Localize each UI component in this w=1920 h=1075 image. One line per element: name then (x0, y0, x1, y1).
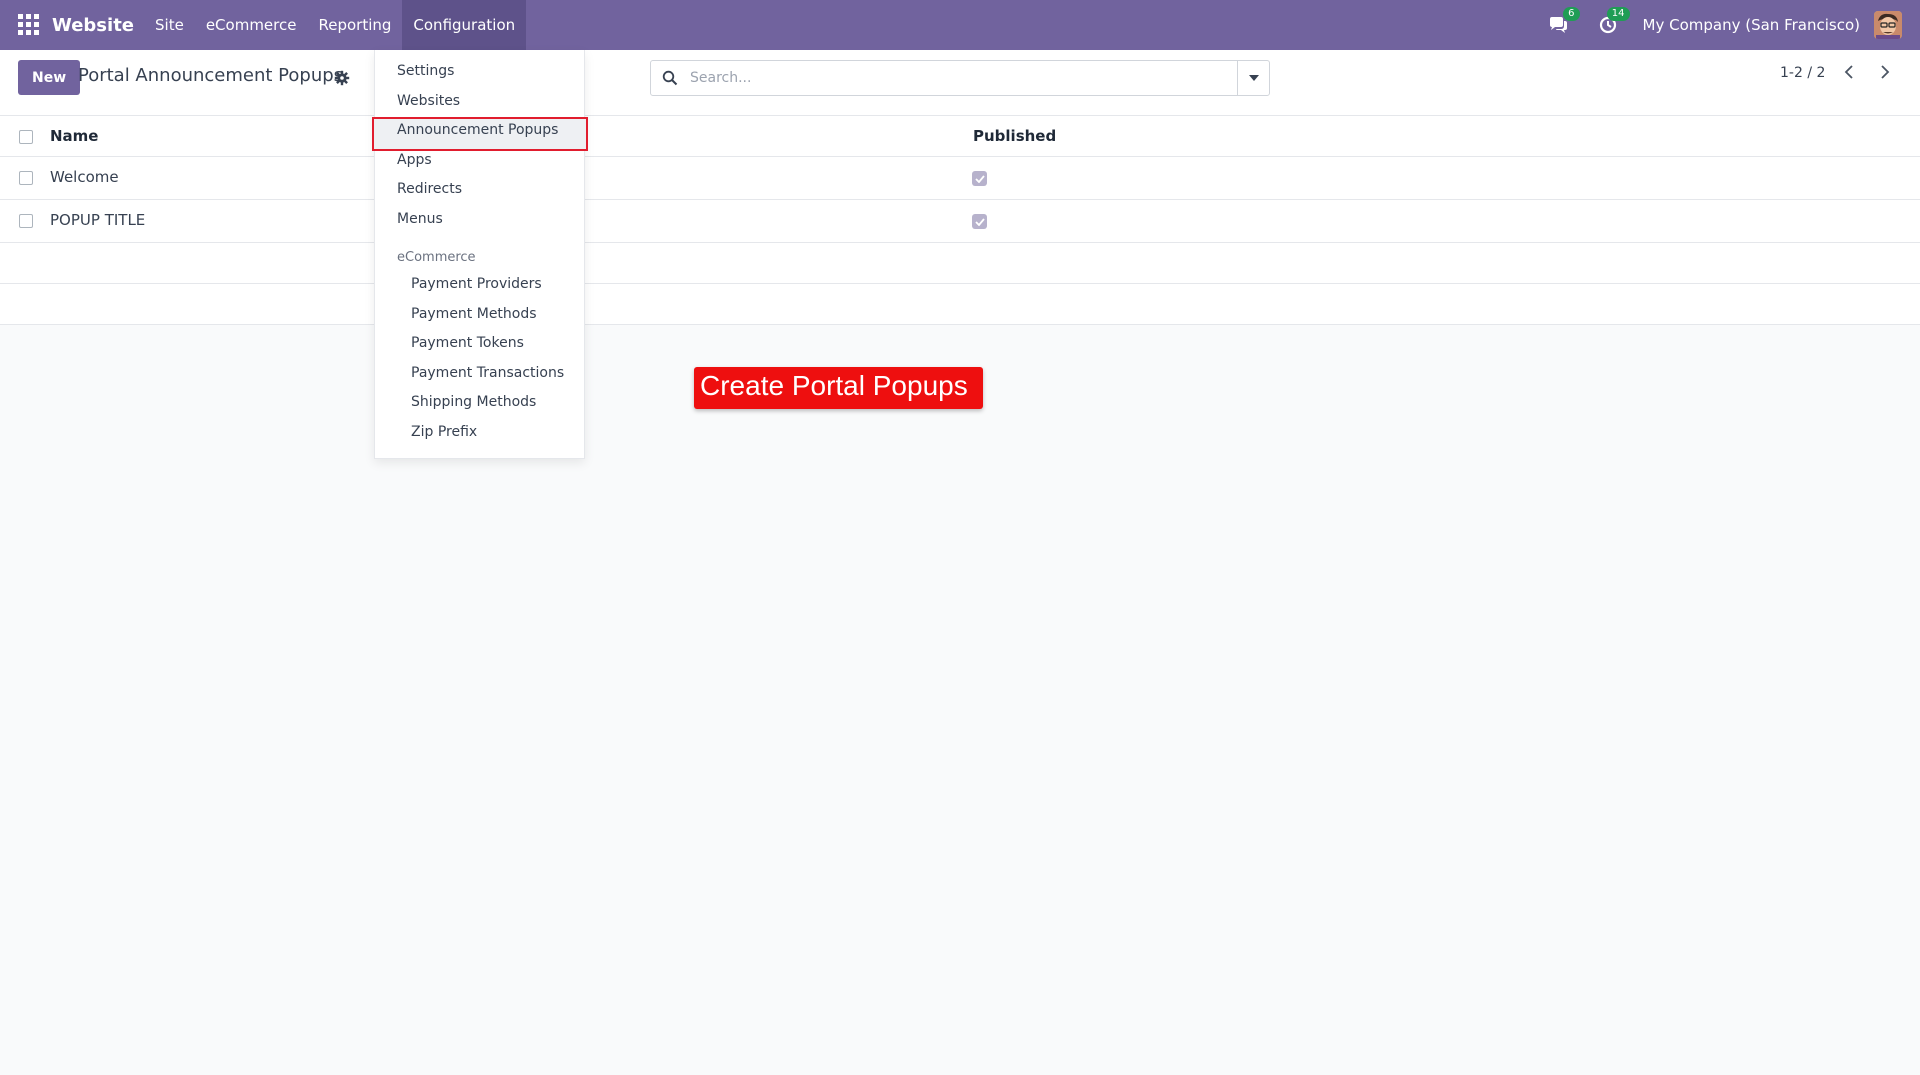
menu-configuration[interactable]: Configuration (402, 0, 527, 50)
systray: 6 14 My Company (San Francisco) (1533, 0, 1920, 50)
menu-reporting[interactable]: Reporting (307, 0, 402, 50)
main-menu: Site eCommerce Reporting Configuration (144, 0, 527, 50)
menu-item-zip-prefix[interactable]: Zip Prefix (411, 424, 477, 440)
menu-item-redirects[interactable]: Redirects (397, 181, 462, 197)
pager-previous[interactable] (1839, 62, 1859, 82)
search-icon (662, 70, 678, 86)
search-input[interactable] (688, 69, 1228, 87)
select-all-checkbox[interactable] (19, 130, 33, 144)
published-checkbox (972, 171, 987, 186)
menu-site[interactable]: Site (144, 0, 195, 50)
menu-item-payment-methods[interactable]: Payment Methods (411, 306, 537, 322)
row-checkbox[interactable] (19, 171, 33, 185)
company-switcher[interactable]: My Company (San Francisco) (1643, 16, 1860, 34)
menu-item-shipping-methods[interactable]: Shipping Methods (411, 394, 536, 410)
menu-item-announcement-popups[interactable]: Announcement Popups (397, 122, 558, 138)
caret-down-icon (1248, 75, 1259, 81)
menu-item-payment-tokens[interactable]: Payment Tokens (411, 335, 524, 351)
menu-item-websites[interactable]: Websites (397, 93, 460, 109)
published-checkbox (972, 214, 987, 229)
empty-row (0, 243, 1920, 284)
app-brand[interactable]: Website (52, 15, 134, 36)
menu-item-menus[interactable]: Menus (397, 211, 443, 227)
list-view: Name Published Welcome POPUP TITLE (0, 116, 1920, 325)
check-icon (974, 217, 985, 226)
table-row[interactable]: Welcome (0, 157, 1920, 200)
search-bar (650, 60, 1270, 96)
menu-item-apps[interactable]: Apps (397, 152, 432, 168)
control-panel: New Portal Announcement Popups 1-2 / 2 (0, 50, 1920, 116)
gear-icon[interactable] (334, 70, 350, 86)
tutorial-annotation-label: Create Portal Popups (694, 367, 983, 409)
activities-badge: 14 (1606, 7, 1630, 21)
chevron-right-icon (1881, 65, 1890, 79)
activities-button[interactable]: 14 (1596, 7, 1630, 37)
search-options-toggle[interactable] (1237, 61, 1269, 95)
menu-item-payment-transactions[interactable]: Payment Transactions (411, 365, 564, 381)
messages-button[interactable]: 6 (1546, 7, 1580, 37)
configuration-dropdown: Settings Websites Announcement Popups Ap… (372, 50, 588, 459)
menu-item-payment-providers[interactable]: Payment Providers (411, 276, 542, 292)
row-name[interactable]: POPUP TITLE (50, 211, 145, 229)
menu-ecommerce[interactable]: eCommerce (195, 0, 308, 50)
new-button[interactable]: New (18, 60, 81, 95)
list-header: Name Published (0, 116, 1920, 157)
row-checkbox[interactable] (19, 214, 33, 228)
row-name[interactable]: Welcome (50, 168, 119, 186)
pager-value[interactable]: 1-2 / 2 (1780, 65, 1825, 81)
messages-badge: 6 (1563, 7, 1580, 21)
table-row[interactable]: POPUP TITLE (0, 200, 1920, 243)
avatar-image (1874, 11, 1902, 39)
empty-row (0, 284, 1920, 325)
pager-next[interactable] (1875, 62, 1895, 82)
user-avatar[interactable] (1874, 11, 1902, 39)
apps-grid-icon[interactable] (18, 14, 40, 36)
column-header-name[interactable]: Name (50, 127, 98, 145)
page-title: Portal Announcement Popups (78, 65, 344, 86)
menu-section-ecommerce: eCommerce (397, 250, 476, 265)
check-icon (974, 174, 985, 183)
chevron-left-icon (1844, 65, 1853, 79)
top-navbar: Website Site eCommerce Reporting Configu… (0, 0, 1920, 50)
menu-item-settings[interactable]: Settings (397, 63, 454, 79)
column-header-published[interactable]: Published (973, 127, 1056, 145)
